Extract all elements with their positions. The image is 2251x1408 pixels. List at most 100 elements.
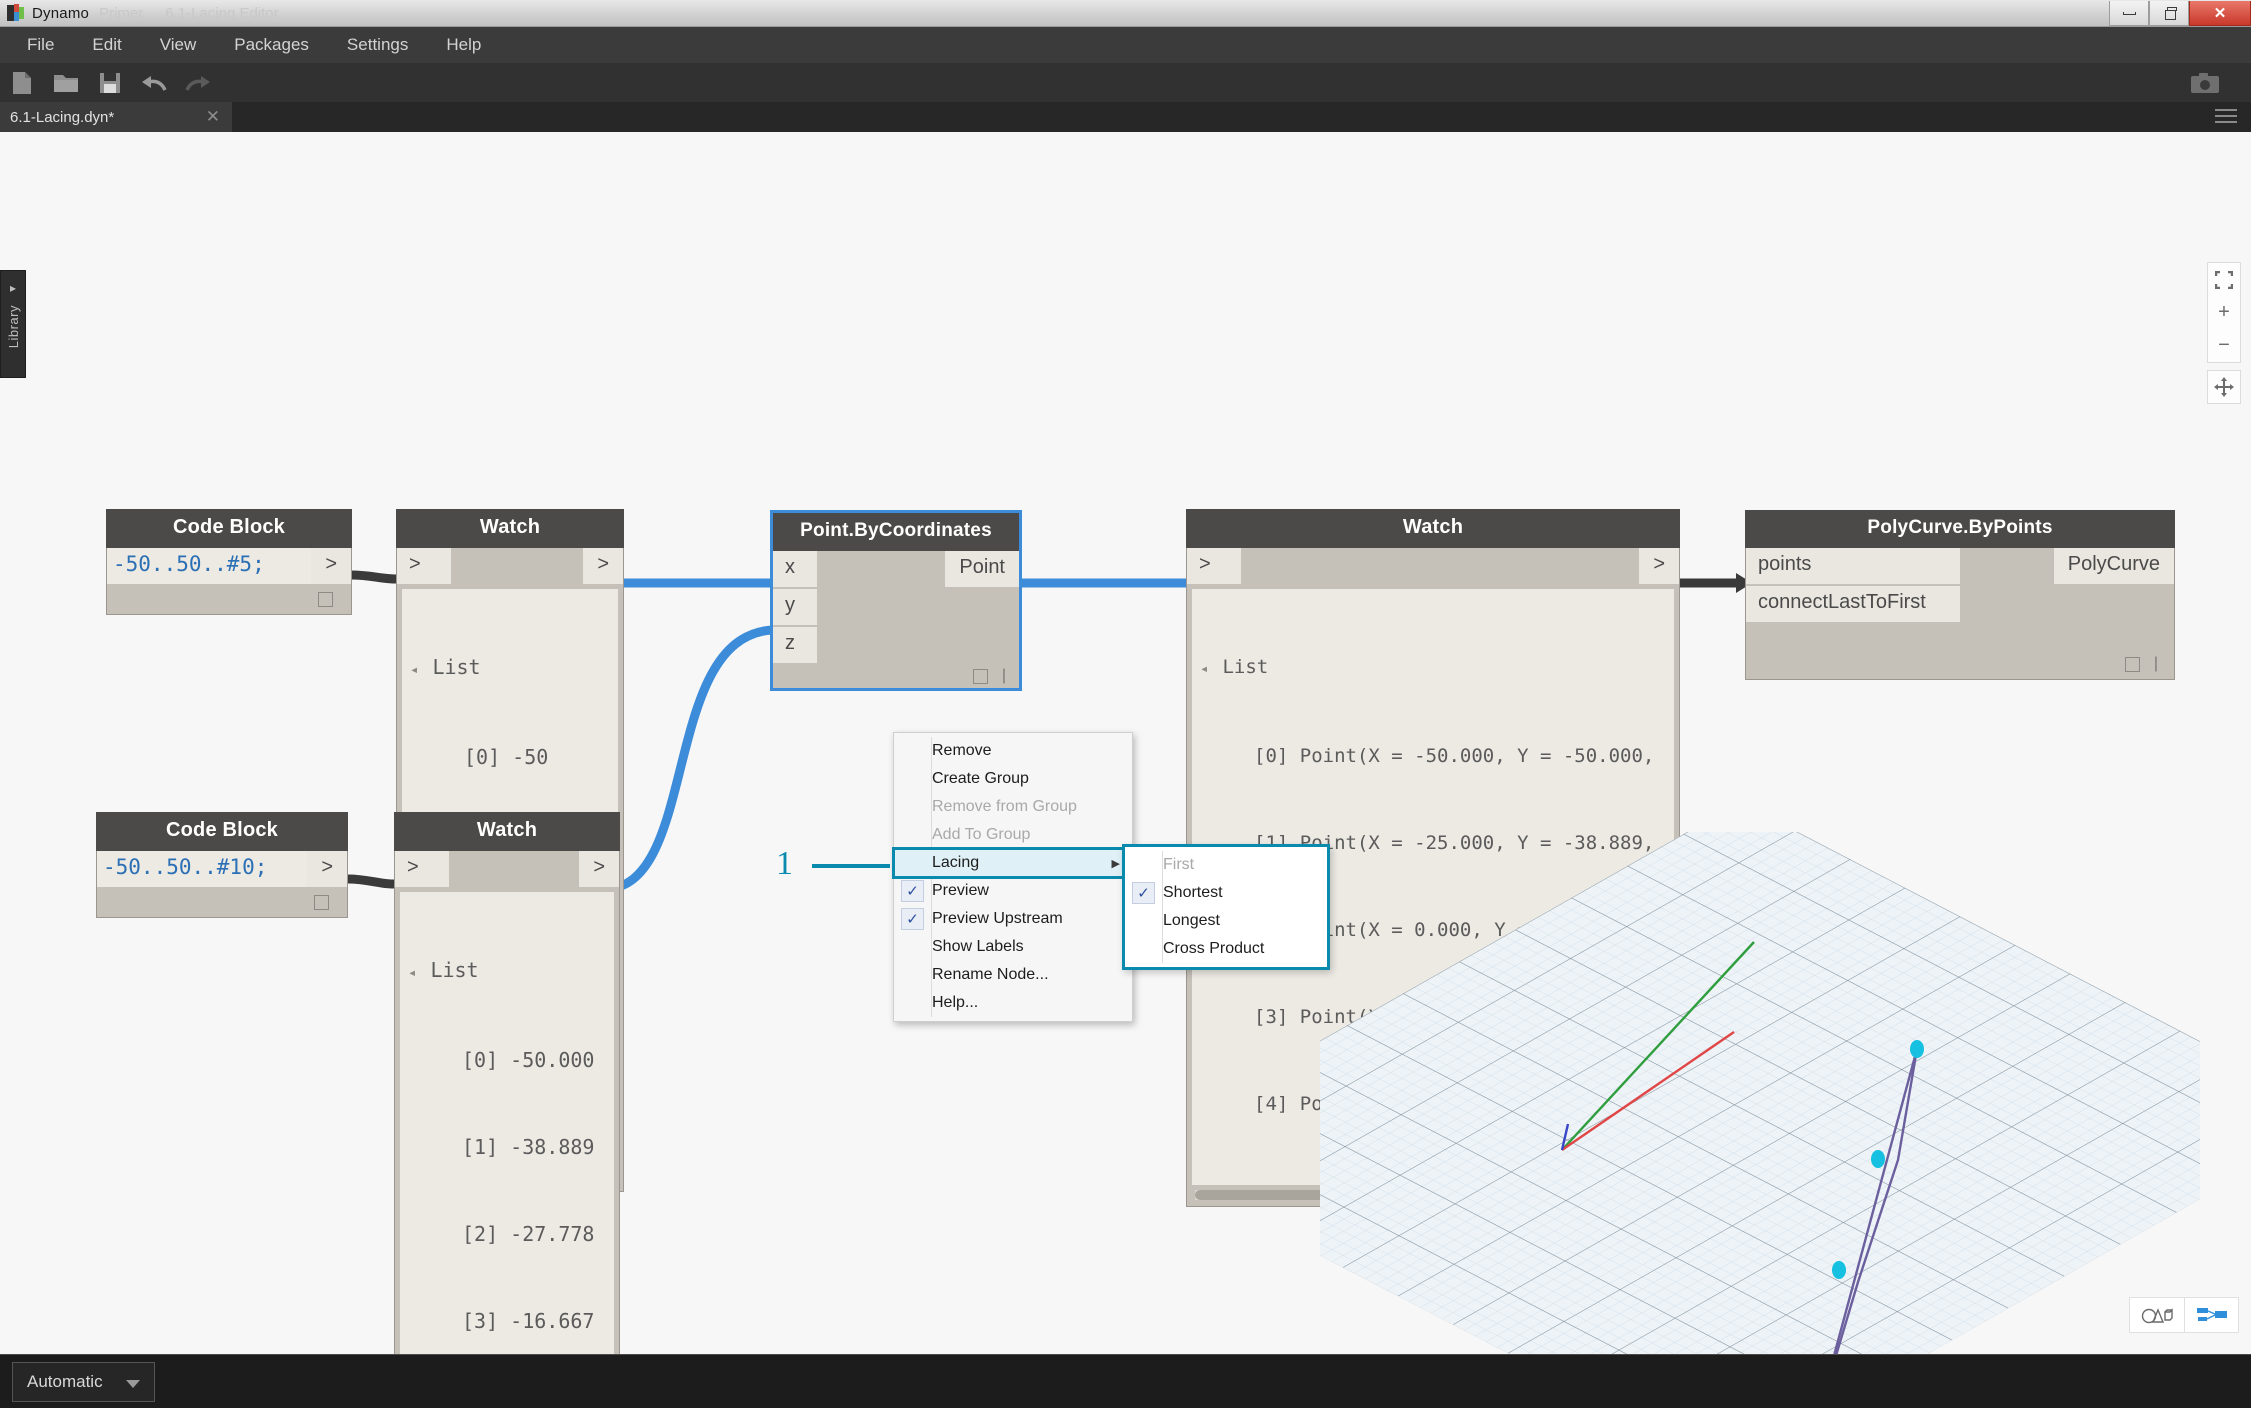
menu-packages[interactable]: Packages: [215, 27, 328, 63]
input-port-y[interactable]: y: [773, 589, 817, 625]
graph-view-button[interactable]: [2184, 1298, 2238, 1332]
menubar: File Edit View Packages Settings Help: [0, 27, 2251, 63]
zoom-out-button[interactable]: −: [2207, 329, 2241, 362]
submenu-item-shortest[interactable]: ✓ Shortest: [1125, 879, 1327, 907]
menu-view[interactable]: View: [141, 27, 216, 63]
watch-root-row[interactable]: ◂ List: [408, 956, 606, 988]
save-icon: [100, 72, 120, 93]
port-row: > >: [395, 851, 619, 887]
node-point-by-coordinates[interactable]: Point.ByCoordinates x Point y z |: [770, 510, 1022, 691]
context-menu-item-rename-node[interactable]: Rename Node...: [894, 961, 1132, 989]
code-block-input[interactable]: -50..50..#10;: [97, 851, 308, 887]
window-titlebar: Dynamo Primer 6.1-Lacing Editor ✕: [0, 0, 2251, 27]
run-mode-value: Automatic: [27, 1371, 103, 1391]
screenshot-button[interactable]: [2177, 63, 2233, 102]
node-body: -50..50..#5; >: [106, 548, 352, 615]
close-button[interactable]: ✕: [2189, 1, 2251, 26]
collapse-triangle-icon[interactable]: ◂: [408, 965, 416, 981]
submenu-item-longest[interactable]: Longest: [1125, 907, 1327, 935]
menu-item-label: Preview: [932, 882, 989, 899]
pan-icon: [2214, 377, 2234, 397]
port-row-x: x Point: [773, 551, 1019, 587]
watch-item: [0] -50.000: [462, 1048, 595, 1072]
zoom-to-fit-button[interactable]: [2207, 263, 2241, 296]
checkmark-icon: ✓: [901, 880, 924, 902]
library-panel-tab[interactable]: ▸ Library: [0, 270, 26, 378]
output-port[interactable]: >: [311, 548, 351, 584]
menu-edit[interactable]: Edit: [73, 27, 140, 63]
input-port-x[interactable]: x: [773, 551, 817, 587]
node-polycurve-by-points[interactable]: PolyCurve.ByPoints points PolyCurve conn…: [1745, 510, 2175, 680]
node-footer: [97, 887, 347, 917]
menu-settings[interactable]: Settings: [328, 27, 427, 63]
input-port-points[interactable]: points: [1746, 548, 1960, 584]
input-port[interactable]: >: [395, 851, 449, 887]
statusbar: Automatic: [0, 1354, 2251, 1408]
redo-button[interactable]: [176, 63, 220, 102]
port-row-y: y: [773, 589, 1019, 625]
context-menu-item-preview-upstream[interactable]: ✓ Preview Upstream: [894, 905, 1132, 933]
restore-button[interactable]: [2149, 1, 2189, 26]
context-menu-item-lacing[interactable]: Lacing ▶: [892, 847, 1134, 879]
code-block-input[interactable]: -50..50..#5;: [107, 548, 312, 584]
graph-canvas[interactable]: ▸ Library + − Code Block -50..50..#5; > …: [0, 132, 2251, 1408]
node-code-block-2[interactable]: Code Block -50..50..#10; >: [96, 812, 348, 918]
background-3d-preview[interactable]: [1122, 802, 2251, 1408]
zoom-to-fit-icon: [2215, 270, 2233, 289]
window-controls: ✕: [2109, 0, 2251, 27]
watch-item: [3] -16.667: [462, 1309, 595, 1333]
view-mode-toggle: [2129, 1297, 2239, 1333]
input-port[interactable]: >: [1187, 548, 1241, 584]
output-port[interactable]: >: [583, 548, 623, 584]
open-file-button[interactable]: [44, 63, 88, 102]
output-port-point[interactable]: Point: [945, 551, 1019, 587]
save-file-button[interactable]: [88, 63, 132, 102]
input-port-connect-last-to-first[interactable]: connectLastToFirst: [1746, 586, 1960, 622]
node-context-menu[interactable]: Remove Create Group Remove from Group Ad…: [892, 732, 1134, 1022]
context-menu-item-remove[interactable]: Remove: [894, 737, 1132, 765]
output-port-polycurve[interactable]: PolyCurve: [2053, 548, 2174, 584]
menu-item-label: Create Group: [932, 770, 1029, 787]
hamburger-icon[interactable]: [2215, 109, 2237, 127]
undo-button[interactable]: [132, 63, 176, 102]
submenu-item-cross-product[interactable]: Cross Product: [1125, 935, 1327, 963]
freeze-toggle-icon[interactable]: [318, 592, 333, 607]
minimize-button[interactable]: [2109, 1, 2149, 26]
input-port[interactable]: >: [397, 548, 451, 584]
menu-item-label: Preview Upstream: [932, 910, 1063, 927]
context-menu-item-show-labels[interactable]: Show Labels: [894, 933, 1132, 961]
context-menu-item-create-group[interactable]: Create Group: [894, 765, 1132, 793]
tab-lacing-document[interactable]: 6.1-Lacing.dyn* ✕: [0, 102, 232, 132]
context-menu-item-preview[interactable]: ✓ Preview: [894, 877, 1132, 905]
context-menu-item-help[interactable]: Help...: [894, 989, 1132, 1017]
collapse-triangle-icon[interactable]: ◂: [410, 662, 418, 678]
menu-help[interactable]: Help: [427, 27, 500, 63]
lacing-submenu[interactable]: First ✓ Shortest Longest Cross Product: [1122, 844, 1330, 970]
code-row: -50..50..#10; >: [97, 851, 347, 887]
new-file-button[interactable]: [0, 63, 44, 102]
menu-file[interactable]: File: [8, 27, 73, 63]
checkmark-icon: ✓: [901, 908, 924, 930]
freeze-toggle-icon[interactable]: [973, 669, 988, 684]
output-port[interactable]: >: [579, 851, 619, 887]
watch-root-row[interactable]: ◂ List: [410, 653, 610, 685]
output-port[interactable]: >: [1639, 548, 1679, 584]
tab-close-icon[interactable]: ✕: [194, 107, 232, 127]
menu-item-label: Remove from Group: [932, 798, 1077, 815]
watch-root-row[interactable]: ◂ List: [1200, 653, 1666, 684]
geometry-view-button[interactable]: [2130, 1298, 2184, 1332]
collapse-triangle-icon[interactable]: ◂: [1200, 661, 1208, 677]
freeze-toggle-icon[interactable]: [314, 895, 329, 910]
pan-button[interactable]: [2207, 370, 2241, 404]
lacing-indicator-icon: |: [1001, 667, 1006, 684]
run-mode-select[interactable]: Automatic: [12, 1361, 155, 1402]
node-watch-2[interactable]: Watch > > ◂ List [0] -50.000 [1] -38.889 …: [394, 812, 620, 1408]
output-port[interactable]: >: [307, 851, 347, 887]
watch-item: [1] -38.889: [462, 1135, 595, 1159]
submenu-item-first: First: [1125, 851, 1327, 879]
input-port-z[interactable]: z: [773, 627, 817, 663]
node-code-block-1[interactable]: Code Block -50..50..#5; >: [106, 509, 352, 615]
freeze-toggle-icon[interactable]: [2125, 657, 2140, 672]
zoom-in-button[interactable]: +: [2207, 296, 2241, 329]
port-row-points: points PolyCurve: [1746, 548, 2174, 584]
